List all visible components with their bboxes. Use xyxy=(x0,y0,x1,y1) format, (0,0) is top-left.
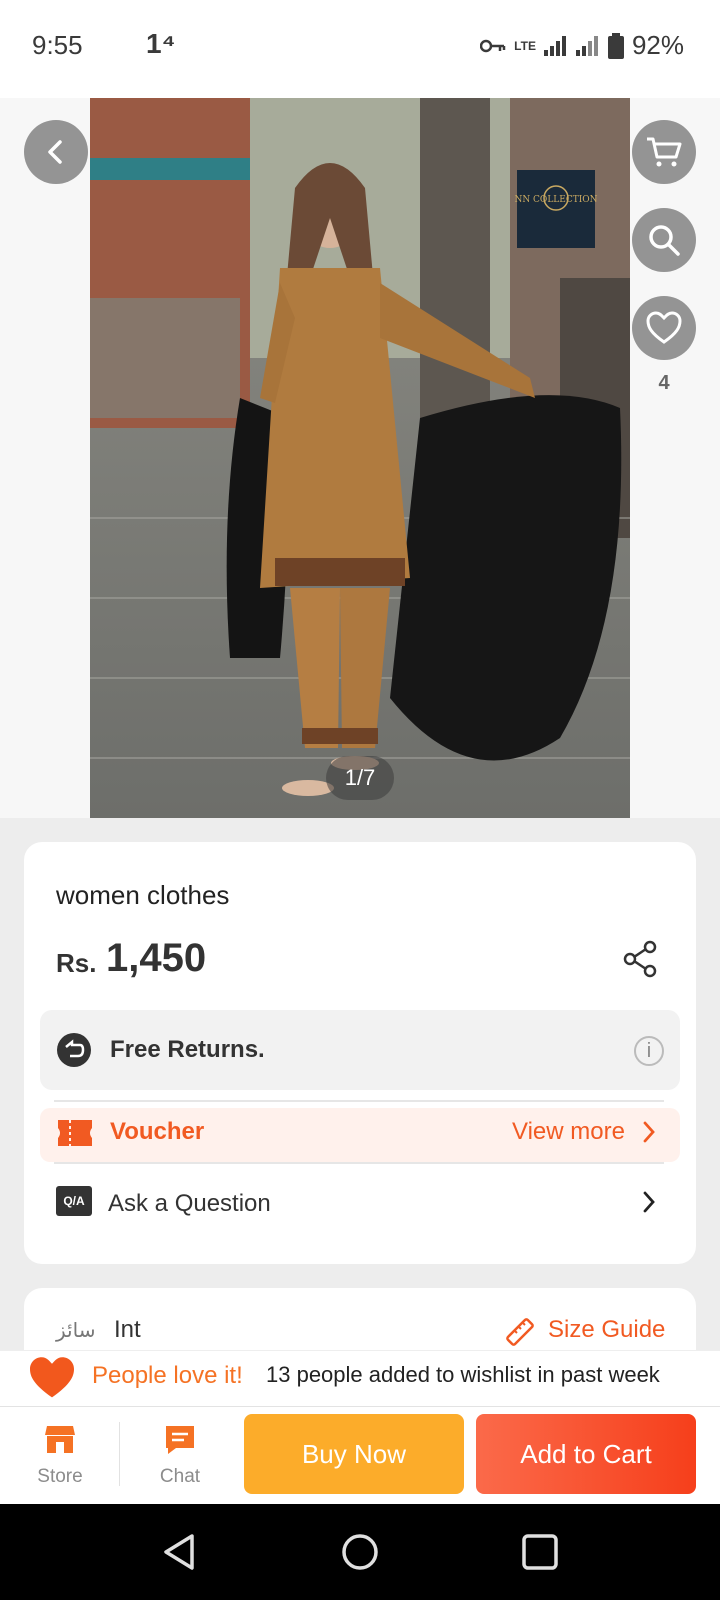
search-button[interactable] xyxy=(632,208,696,272)
voucher-icon xyxy=(58,1120,92,1151)
key-icon xyxy=(480,39,506,52)
battery-percent: 92% xyxy=(631,30,684,60)
back-button[interactable] xyxy=(24,120,88,184)
battery-icon xyxy=(607,32,624,59)
voucher-view-more[interactable]: View more xyxy=(512,1118,625,1146)
size-guide-link[interactable]: Size Guide xyxy=(548,1316,665,1344)
circle-home-icon xyxy=(342,1534,378,1570)
signal-icon xyxy=(543,35,566,56)
chat-button[interactable]: Chat xyxy=(140,1424,220,1494)
wishlist-count: 4 xyxy=(658,372,670,394)
buy-now-button[interactable]: Buy Now xyxy=(244,1414,464,1494)
network-type: LTE xyxy=(514,38,536,53)
cart-button[interactable] xyxy=(632,120,696,184)
nav-back-button[interactable] xyxy=(160,1532,196,1577)
chat-icon xyxy=(166,1426,194,1454)
add-to-cart-button[interactable]: Add to Cart xyxy=(476,1414,696,1494)
chevron-right-icon xyxy=(642,1120,656,1149)
voucher-label: Voucher xyxy=(110,1118,205,1145)
info-icon[interactable]: i xyxy=(634,1036,664,1066)
divider xyxy=(119,1422,120,1486)
people-love-it-text: People love it! xyxy=(92,1362,243,1389)
share-button[interactable] xyxy=(622,940,658,983)
product-photo[interactable]: NN COLLECTION xyxy=(90,98,630,818)
size-label: سائز xyxy=(56,1320,96,1342)
status-icons: LTE 92% xyxy=(480,30,684,61)
signal-icon-2 xyxy=(575,35,598,56)
qa-icon: Q/A xyxy=(56,1186,92,1216)
free-returns-text: Free Returns. xyxy=(110,1036,265,1063)
product-price: 1,450 xyxy=(106,936,207,980)
store-icon xyxy=(45,1426,75,1453)
status-time: 9:55 xyxy=(32,30,83,60)
divider xyxy=(54,1162,664,1164)
wishlist-detail-text: 13 people added to wishlist in past week xyxy=(266,1362,660,1387)
product-title: women clothes xyxy=(56,880,230,910)
image-pager: 1/7 xyxy=(326,756,394,800)
store-button[interactable]: Store xyxy=(20,1424,100,1494)
brand-badge-text: NN COLLECTION xyxy=(514,195,597,205)
nav-home-button[interactable] xyxy=(340,1532,380,1577)
chat-label: Chat xyxy=(159,1466,201,1487)
wishlist-button[interactable] xyxy=(632,296,696,360)
ask-question-label[interactable]: Ask a Question xyxy=(108,1190,271,1218)
product-photo-illustration: NN COLLECTION xyxy=(90,98,630,818)
cart-icon xyxy=(647,137,682,167)
search-icon xyxy=(649,225,680,256)
price-currency: Rs. xyxy=(56,948,97,978)
size-value: Int xyxy=(114,1316,141,1343)
heart-icon xyxy=(646,311,682,344)
square-recents-icon xyxy=(522,1534,558,1570)
ruler-icon xyxy=(504,1316,536,1353)
notification-indicator: 1⁴ xyxy=(146,28,176,59)
divider xyxy=(54,1100,664,1102)
store-label: Store xyxy=(37,1466,83,1487)
return-icon xyxy=(56,1032,92,1073)
triangle-back-icon xyxy=(164,1534,194,1570)
share-icon xyxy=(623,940,657,978)
chevron-right-icon[interactable] xyxy=(642,1190,656,1219)
nav-recents-button[interactable] xyxy=(520,1532,560,1577)
heart-icon xyxy=(26,1356,78,1405)
chevron-left-icon xyxy=(48,140,62,164)
